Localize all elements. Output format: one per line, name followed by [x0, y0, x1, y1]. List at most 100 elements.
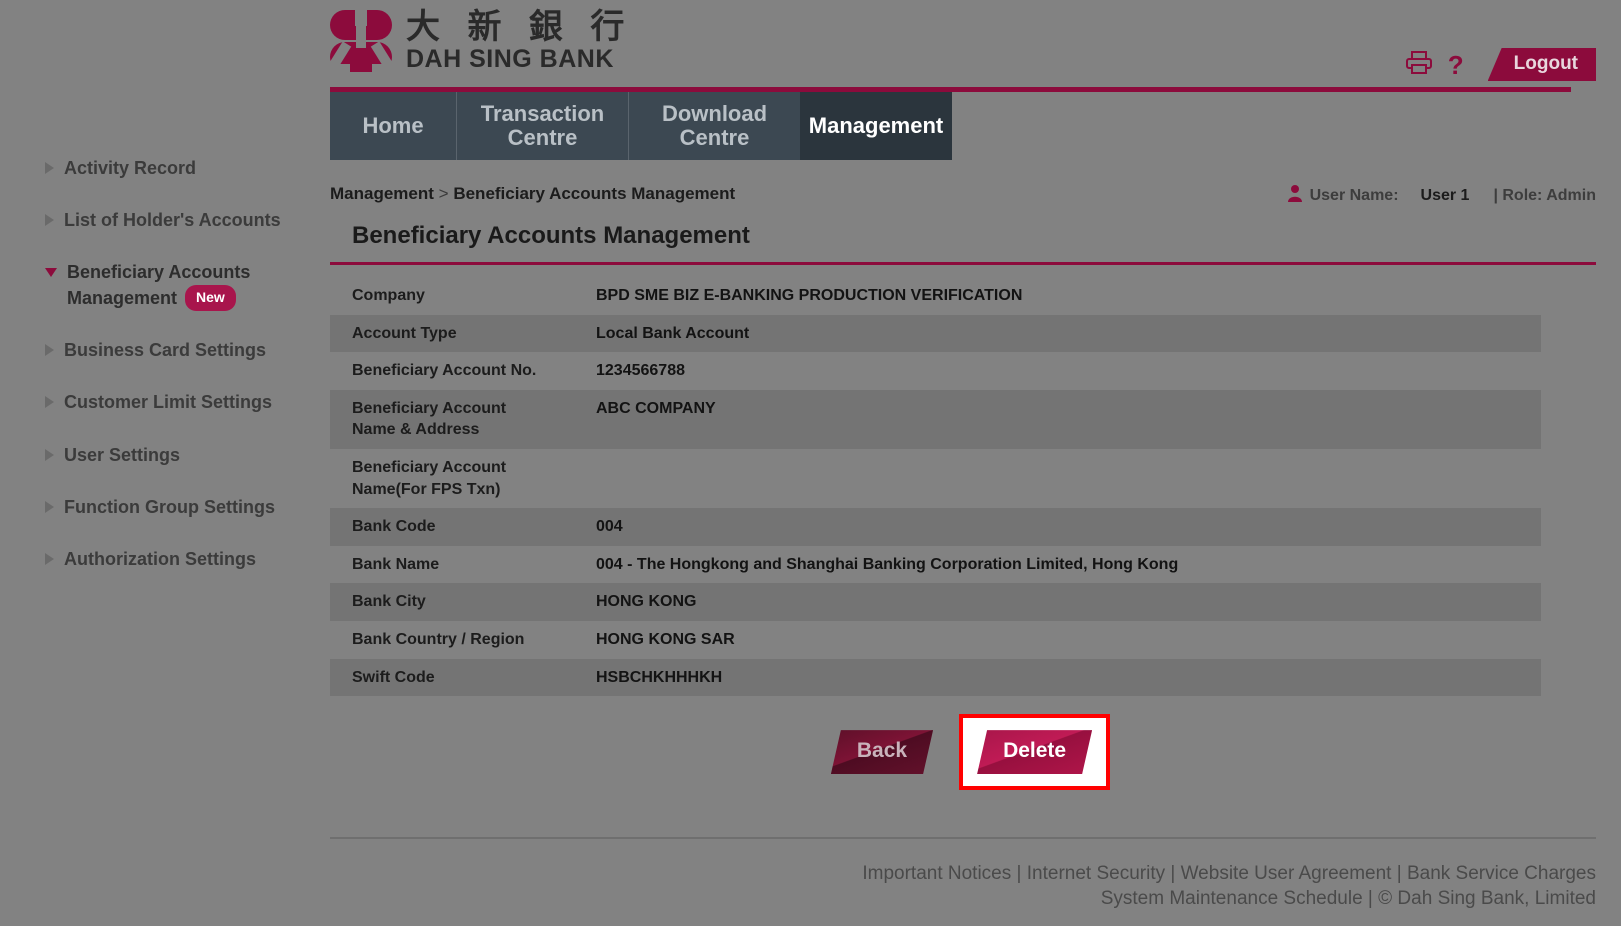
- tab-transaction-centre[interactable]: Transaction Centre: [456, 92, 628, 160]
- tab-label-line2: Centre: [679, 125, 750, 150]
- sidebar-item-label: Activity Record: [64, 158, 197, 178]
- tab-label-line1: Transaction: [480, 101, 605, 127]
- sidebar-item-customer-limit-settings[interactable]: Customer Limit Settings: [45, 389, 325, 415]
- main-navigation: Home Transaction Centre Download Centre …: [330, 92, 952, 160]
- sidebar-item-business-card-settings[interactable]: Business Card Settings: [45, 337, 325, 363]
- breadcrumb-separator: >: [438, 184, 449, 203]
- page-title: Beneficiary Accounts Management: [352, 222, 750, 249]
- app-root: Activity Record List of Holder's Account…: [0, 0, 1621, 926]
- breadcrumb-row: Management > Beneficiary Accounts Manage…: [330, 178, 1596, 216]
- sidebar-item-label: Function Group Settings: [64, 496, 275, 517]
- sidebar-item-label: Business Card Settings: [64, 340, 267, 361]
- footer-divider: [330, 836, 1596, 839]
- sidebar-item-label: Beneficiary Accounts Management New: [67, 259, 250, 311]
- print-icon[interactable]: [1405, 50, 1432, 79]
- brand-name-english: DAH SING BANK: [406, 45, 614, 73]
- row-label: Bank Code: [352, 518, 436, 536]
- row-value: 1234566788: [596, 362, 685, 380]
- footer-sep: |: [1165, 862, 1181, 884]
- back-button[interactable]: Back: [831, 730, 933, 774]
- row-label: Beneficiary Account No.: [352, 362, 537, 380]
- sidebar-item-function-group-settings[interactable]: Function Group Settings: [45, 494, 325, 520]
- breadcrumb-root[interactable]: Management: [330, 184, 434, 203]
- person-icon: [1287, 184, 1303, 207]
- row-label: Account Type: [352, 324, 457, 342]
- table-row: Bank Name 004 - The Hongkong and Shangha…: [330, 546, 1541, 584]
- table-row: Company BPD SME BIZ E-BANKING PRODUCTION…: [330, 277, 1541, 315]
- tab-label: Management: [808, 113, 944, 139]
- sidebar-item-label: Authorization Settings: [64, 548, 256, 569]
- footer-link-website-user-agreement[interactable]: Website User Agreement: [1181, 863, 1392, 884]
- table-row: Bank Code 004: [330, 508, 1541, 546]
- footer-sep: |: [1391, 862, 1407, 884]
- row-label: Bank City: [352, 593, 426, 611]
- row-value: 004: [596, 518, 623, 536]
- row-label-line1: Beneficiary Account: [352, 399, 507, 417]
- tab-home[interactable]: Home: [330, 92, 456, 160]
- tab-label: Transaction Centre: [481, 102, 604, 150]
- row-value: 004 - The Hongkong and Shanghai Banking …: [596, 555, 1179, 573]
- table-row: Account Type Local Bank Account: [330, 314, 1541, 353]
- row-value: [596, 457, 1541, 477]
- title-divider: [330, 262, 1596, 265]
- row-label-line1: Beneficiary Account: [352, 458, 507, 476]
- user-name-value: User 1: [1420, 186, 1470, 204]
- row-label: Beneficiary Account Name & Address: [330, 398, 596, 441]
- sidebar-item-label-line2: Management: [67, 288, 178, 309]
- chevron-right-icon: [45, 214, 54, 227]
- row-label: Company: [352, 287, 425, 304]
- footer-links-line2: System Maintenance Schedule | © Dah Sing…: [330, 886, 1596, 912]
- brand-name-chinese: 大 新 銀 行: [406, 8, 634, 46]
- row-value: Local Bank Account: [596, 324, 750, 342]
- footer-links-line1: Important Notices | Internet Security | …: [330, 861, 1596, 887]
- chevron-right-icon: [45, 552, 54, 565]
- user-role: | Role: Admin: [1493, 186, 1596, 204]
- tab-label-line2: Centre: [507, 125, 578, 150]
- sidebar-item-beneficiary-accounts-management[interactable]: Beneficiary Accounts Management New: [45, 259, 325, 311]
- dah-sing-logo-icon: [326, 8, 396, 76]
- row-value: HONG KONG: [596, 593, 697, 611]
- sidebar-item-authorization-settings[interactable]: Authorization Settings: [45, 546, 325, 572]
- chevron-right-icon: [45, 396, 54, 409]
- sidebar-item-label-line1: Beneficiary Accounts: [67, 262, 251, 283]
- sidebar-item-list-of-holders-accounts[interactable]: List of Holder's Accounts: [45, 207, 325, 233]
- table-row: Swift Code HSBCHKHHHKH: [330, 658, 1541, 697]
- sidebar-item-user-settings[interactable]: User Settings: [45, 442, 325, 468]
- brand-logo[interactable]: 大 新 銀 行 DAH SING BANK: [326, 8, 634, 76]
- row-value: HSBCHKHHHKH: [596, 668, 723, 686]
- delete-button[interactable]: Delete: [977, 730, 1092, 774]
- row-value: HONG KONG SAR: [596, 630, 735, 648]
- table-row: Bank Country / Region HONG KONG SAR: [330, 621, 1541, 659]
- action-bar: Back Delete: [330, 714, 1541, 791]
- footer-link-important-notices[interactable]: Important Notices: [862, 863, 1011, 884]
- footer-sep: |: [1011, 862, 1027, 884]
- tab-management[interactable]: Management: [800, 92, 952, 160]
- site-header: 大 新 銀 行 DAH SING BANK ? Logout: [326, 0, 1621, 92]
- chevron-down-icon: [45, 268, 57, 278]
- delete-button-highlight: Delete: [959, 714, 1111, 791]
- table-row: Beneficiary Account Name(For FPS Txn): [330, 449, 1541, 508]
- table-row: Beneficiary Account Name & Address ABC C…: [330, 389, 1541, 449]
- chevron-right-icon: [45, 162, 54, 174]
- breadcrumb-current: Beneficiary Accounts Management: [453, 184, 736, 203]
- chevron-right-icon: [45, 448, 54, 461]
- help-question-icon[interactable]: ?: [1448, 52, 1464, 78]
- row-label-line2: Name(For FPS Txn): [352, 480, 501, 498]
- sidebar-item-label: List of Holder's Accounts: [64, 210, 281, 231]
- table-row: Beneficiary Account No. 1234566788: [330, 352, 1541, 390]
- row-value: BPD SME BIZ E-BANKING PRODUCTION VERIFIC…: [596, 287, 1023, 304]
- footer-link-bank-service-charges[interactable]: Bank Service Charges: [1407, 863, 1596, 884]
- sidebar-item-activity-record[interactable]: Activity Record: [45, 155, 325, 181]
- beneficiary-detail-table: Company BPD SME BIZ E-BANKING PRODUCTION…: [330, 277, 1541, 697]
- tab-label: Download Centre: [662, 102, 767, 150]
- footer-link-internet-security[interactable]: Internet Security: [1027, 863, 1165, 884]
- footer-link-system-maintenance-schedule[interactable]: System Maintenance Schedule: [1101, 888, 1363, 909]
- tab-download-centre[interactable]: Download Centre: [628, 92, 800, 160]
- sidebar-item-label: Customer Limit Settings: [64, 392, 273, 413]
- row-label: Bank Country / Region: [352, 630, 525, 648]
- table-row: Bank City HONG KONG: [330, 583, 1541, 621]
- site-footer: Important Notices | Internet Security | …: [330, 836, 1596, 912]
- logout-button[interactable]: Logout: [1487, 48, 1596, 81]
- row-label: Beneficiary Account Name(For FPS Txn): [330, 457, 596, 500]
- sidebar-item-label: User Settings: [64, 444, 181, 465]
